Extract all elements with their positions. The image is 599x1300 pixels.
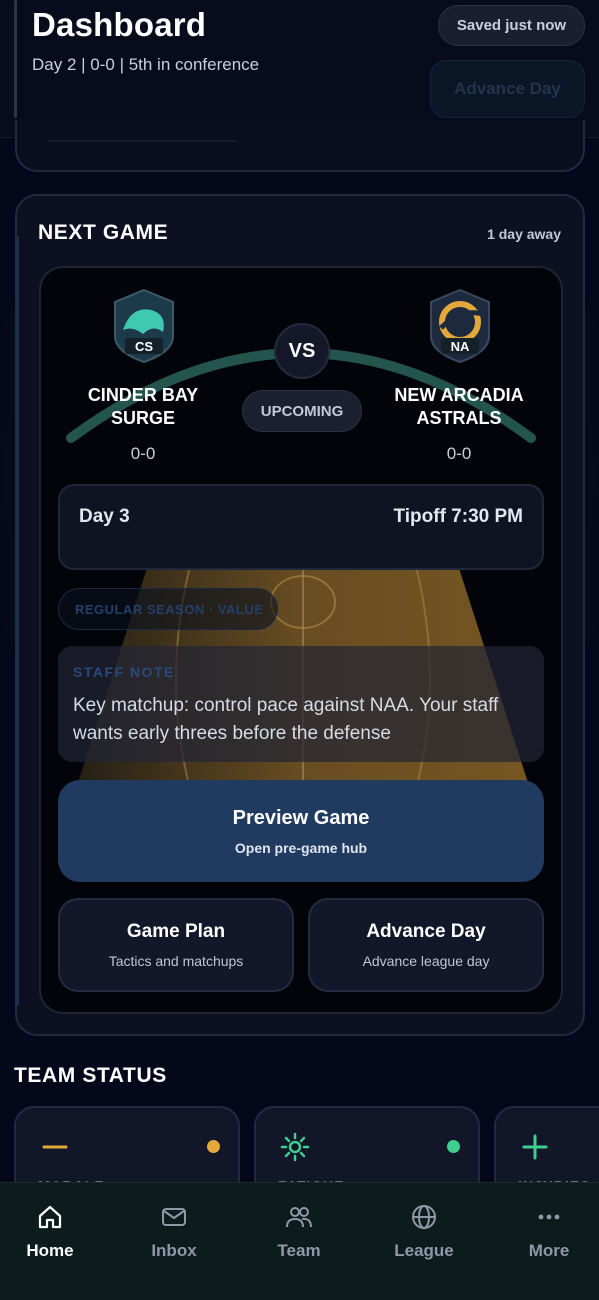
away-team-record: 0-0 [446,444,472,463]
minus-icon [42,1145,68,1149]
page-title: Dashboard [32,6,207,43]
preview-game-subtitle: Open pre-game hub [234,839,368,856]
home-icon [38,1205,62,1229]
vs-badge: VS [274,323,330,379]
status-dot [207,1140,220,1153]
users-icon [286,1207,312,1228]
home-team-abbr: CS [134,339,154,354]
status-dot [447,1140,460,1153]
staff-note-label: STAFF NOTE [73,664,175,680]
card-accent [16,236,19,1006]
game-type-tag: REGULAR SEASON · VALUE [58,588,278,630]
previous-card [15,120,585,172]
game-info-strip: Day 3 Tipoff 7:30 PM [58,484,544,570]
staff-note-text: Key matchup: control pace against NAA. Y… [73,695,499,744]
game-day: Day 3 [79,506,130,527]
plus-icon [522,1134,548,1160]
nav-home[interactable]: Home [0,1183,100,1293]
home-team-record: 0-0 [130,444,156,463]
header-accent [14,0,17,118]
away-team-name[interactable]: NEW ARCADIA ASTRALS [374,384,544,430]
staff-note: STAFF NOTE Key matchup: control pace aga… [58,646,544,762]
away-team-abbr: NA [450,339,470,354]
globe-icon [412,1205,436,1229]
game-status-badge: UPCOMING [242,390,362,432]
more-icon [538,1214,560,1220]
advance-day-button[interactable]: Advance Day Advance league day [308,898,544,992]
home-team-name-line2: SURGE [110,408,175,428]
nav-label: League [394,1241,454,1260]
preview-game-button[interactable]: Preview Game Open pre-game hub [58,780,544,882]
next-game-eta: 1 day away [487,226,561,242]
home-team-name-line1: CINDER BAY [87,385,199,405]
away-team-name-line2: ASTRALS [416,408,502,428]
advance-day-title: Advance Day [366,921,486,942]
sun-icon [280,1132,310,1162]
home-team-name[interactable]: CINDER BAY SURGE [58,384,228,430]
game-plan-subtitle: Tactics and matchups [108,953,244,969]
mail-icon [162,1208,186,1226]
nav-more[interactable]: More [499,1183,599,1293]
advance-day-button-header[interactable]: Advance Day [430,60,585,118]
game-plan-button[interactable]: Game Plan Tactics and matchups [58,898,294,992]
advance-day-subtitle: Advance league day [362,953,490,969]
team-status-heading: TEAM STATUS [14,1064,167,1087]
next-game-heading: NEXT GAME [38,221,169,244]
nav-team[interactable]: Team [249,1183,349,1293]
top-header: Dashboard Day 2 | 0-0 | 5th in conferenc… [0,0,599,138]
nav-label: Team [277,1241,321,1260]
bottom-navigation: Home Inbox Team League More [0,1182,599,1300]
away-team-name-line1: NEW ARCADIA [394,385,524,405]
matchup-panel: CS NA VS CINDER BAY SURGE NEW ARCADIA AS… [39,266,563,1014]
preview-game-title: Preview Game [232,806,370,829]
nav-label: More [528,1241,570,1260]
next-game-card: NEXT GAME 1 day away CS NA VS CINDER BAY… [15,194,585,1036]
nav-label: Inbox [151,1241,197,1260]
page-subtitle: Day 2 | 0-0 | 5th in conference [32,55,260,74]
nav-label: Home [26,1241,74,1260]
save-status-badge: Saved just now [438,5,585,46]
nav-league[interactable]: League [374,1183,474,1293]
nav-inbox[interactable]: Inbox [124,1183,224,1293]
game-plan-title: Game Plan [126,921,226,942]
divider [47,140,237,142]
tipoff-time: Tipoff 7:30 PM [393,506,524,527]
